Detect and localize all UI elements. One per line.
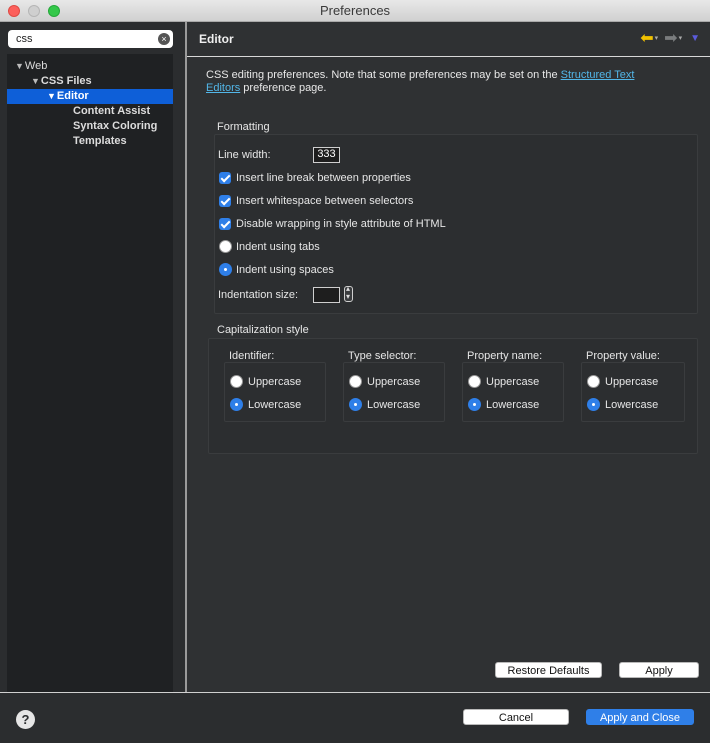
apply-and-close-button[interactable]: Apply and Close xyxy=(586,709,694,725)
identifier-uppercase-radio[interactable] xyxy=(230,375,243,388)
capitalization-group-title: Capitalization style xyxy=(217,324,309,336)
property-value-uppercase-radio[interactable] xyxy=(587,375,600,388)
indentation-size-input[interactable] xyxy=(313,287,340,303)
property-value-label: Property value: xyxy=(586,350,660,362)
whitespace-selectors-label[interactable]: Insert whitespace between selectors xyxy=(236,194,413,208)
restore-defaults-button[interactable]: Restore Defaults xyxy=(495,662,602,678)
indent-tabs-label[interactable]: Indent using tabs xyxy=(236,240,320,254)
indentation-size-stepper[interactable] xyxy=(344,284,353,302)
dialog-footer: ? Cancel Apply and Close xyxy=(0,692,710,743)
tree-item-syntax-coloring[interactable]: Syntax Coloring xyxy=(73,119,157,134)
type-selector-lowercase-radio[interactable] xyxy=(349,398,362,411)
line-break-checkbox[interactable] xyxy=(219,172,231,184)
indent-spaces-label[interactable]: Indent using spaces xyxy=(236,263,334,277)
expand-triangle-icon[interactable]: ▼ xyxy=(15,61,24,71)
help-icon[interactable]: ? xyxy=(16,710,35,729)
line-break-label[interactable]: Insert line break between properties xyxy=(236,171,411,185)
disable-wrapping-checkbox[interactable] xyxy=(219,218,231,230)
expand-triangle-icon[interactable]: ▼ xyxy=(47,91,56,101)
type-selector-lowercase-label[interactable]: Lowercase xyxy=(367,398,420,412)
filter-search-value[interactable]: css xyxy=(16,33,33,45)
tree-item-label: Web xyxy=(24,60,48,72)
tree-item-web[interactable]: ▼Web xyxy=(15,59,47,74)
back-arrow-icon[interactable]: ⬅ xyxy=(640,31,653,47)
property-name-options xyxy=(462,362,564,422)
whitespace-selectors-checkbox[interactable] xyxy=(219,195,231,207)
property-name-lowercase-radio[interactable] xyxy=(468,398,481,411)
line-width-label: Line width: xyxy=(218,149,271,161)
property-value-uppercase-label[interactable]: Uppercase xyxy=(605,375,658,389)
property-value-lowercase-label[interactable]: Lowercase xyxy=(605,398,658,412)
property-value-options xyxy=(581,362,685,422)
type-selector-uppercase-radio[interactable] xyxy=(349,375,362,388)
tree-item-templates[interactable]: Templates xyxy=(73,134,127,149)
indent-spaces-radio[interactable] xyxy=(219,263,232,276)
apply-button[interactable]: Apply xyxy=(619,662,699,678)
window-titlebar: Preferences xyxy=(0,0,710,22)
identifier-label: Identifier: xyxy=(229,350,275,362)
page-description: CSS editing preferences. Note that some … xyxy=(206,69,696,95)
property-name-label: Property name: xyxy=(467,350,543,362)
back-history-dropdown-icon[interactable]: ▾ xyxy=(655,31,659,47)
property-value-lowercase-radio[interactable] xyxy=(587,398,600,411)
type-selector-uppercase-label[interactable]: Uppercase xyxy=(367,375,420,389)
forward-arrow-icon[interactable]: ➡ xyxy=(664,31,677,47)
filter-search-field[interactable]: css × xyxy=(8,30,173,48)
identifier-lowercase-label[interactable]: Lowercase xyxy=(248,398,301,412)
property-name-lowercase-label[interactable]: Lowercase xyxy=(486,398,539,412)
link-text-line2[interactable]: Editors xyxy=(206,82,240,94)
forward-history-dropdown-icon[interactable]: ▾ xyxy=(679,31,683,47)
tree-item-editor[interactable]: ▼Editor xyxy=(7,89,173,104)
description-suffix: preference page. xyxy=(240,82,327,94)
expand-triangle-icon[interactable]: ▼ xyxy=(31,76,40,86)
page-title: Editor xyxy=(199,32,234,46)
description-text: CSS editing preferences. Note that some … xyxy=(206,69,561,81)
tree-item-label: Editor xyxy=(56,90,89,102)
type-selector-options xyxy=(343,362,445,422)
preference-tree: ▼Web ▼CSS Files ▼Editor Content Assist S… xyxy=(7,54,173,692)
identifier-lowercase-radio[interactable] xyxy=(230,398,243,411)
link-text-line1[interactable]: Structured Text xyxy=(561,69,635,81)
tree-item-css-files[interactable]: ▼CSS Files xyxy=(31,74,92,89)
property-name-uppercase-label[interactable]: Uppercase xyxy=(486,375,539,389)
preference-page: Editor ⬅ ▾ ➡ ▾ ▼ CSS editing preferences… xyxy=(187,22,710,692)
preferences-sidebar: css × ▼Web ▼CSS Files ▼Editor Content As… xyxy=(0,22,185,692)
formatting-group-title: Formatting xyxy=(217,121,270,133)
identifier-options xyxy=(224,362,326,422)
property-name-uppercase-radio[interactable] xyxy=(468,375,481,388)
clear-search-icon[interactable]: × xyxy=(158,33,170,45)
disable-wrapping-label[interactable]: Disable wrapping in style attribute of H… xyxy=(236,217,446,231)
page-navigation: ⬅ ▾ ➡ ▾ ▼ xyxy=(640,31,700,47)
cancel-button[interactable]: Cancel xyxy=(463,709,569,725)
window-title: Preferences xyxy=(319,3,391,18)
view-menu-icon[interactable]: ▼ xyxy=(690,31,700,47)
type-selector-label: Type selector: xyxy=(348,350,417,362)
page-header: Editor ⬅ ▾ ➡ ▾ ▼ xyxy=(187,22,710,57)
identifier-uppercase-label[interactable]: Uppercase xyxy=(248,375,301,389)
indent-tabs-radio[interactable] xyxy=(219,240,232,253)
line-width-input[interactable]: 333 xyxy=(313,147,340,163)
indentation-size-label: Indentation size: xyxy=(218,289,299,301)
tree-item-label: CSS Files xyxy=(40,75,92,87)
tree-item-content-assist[interactable]: Content Assist xyxy=(73,104,150,119)
